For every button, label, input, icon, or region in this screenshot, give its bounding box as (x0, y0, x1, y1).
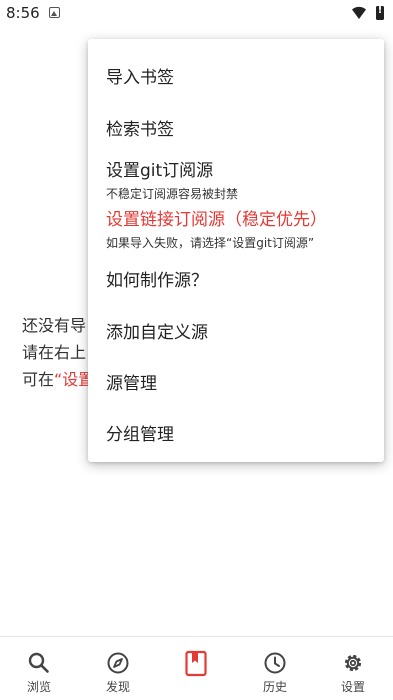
empty-line-2: 请在右上 (22, 343, 87, 362)
wifi-icon (352, 6, 366, 19)
bottom-nav: 浏览 发现 历史 设置 (0, 636, 393, 700)
status-bar: 8:56 (0, 0, 393, 28)
nav-tab-bookshelf[interactable] (157, 637, 235, 700)
empty-line-3: 可在“设置 (22, 366, 94, 393)
menu-item-label: 分组管理 (106, 425, 174, 445)
menu-item-label: 检索书签 (106, 120, 174, 140)
notification-icon (49, 7, 60, 18)
menu-item-label: 如何制作源？ (106, 271, 208, 291)
overflow-menu: 导入书签 检索书签 设置git订阅源 不稳定订阅源容易被封禁 设置链接订阅源（稳… (88, 39, 384, 462)
nav-label: 浏览 (26, 680, 51, 694)
search-icon (28, 652, 49, 673)
menu-item-link-subscription[interactable]: 设置链接订阅源（稳定优先） 如果导入失败，请选择“设置git订阅源” (88, 205, 384, 251)
nav-label: 设置 (340, 680, 365, 694)
menu-item-source-management[interactable]: 源管理 (88, 369, 384, 394)
menu-item-label: 源管理 (106, 374, 157, 394)
nav-label: 发现 (105, 680, 130, 694)
gear-icon (344, 654, 362, 672)
menu-item-git-subscription[interactable]: 设置git订阅源 不稳定订阅源容易被封禁 (88, 156, 384, 202)
nav-tab-settings[interactable]: 设置 (314, 637, 392, 700)
empty-line-3-text: 可在 (22, 370, 55, 389)
menu-item-add-custom-source[interactable]: 添加自定义源 (88, 318, 384, 343)
nav-tab-history[interactable]: 历史 (236, 637, 314, 700)
empty-state-text: 还没有导 请在右上 可在“设置 (22, 312, 94, 393)
nav-label: 历史 (262, 680, 287, 694)
clock-icon (264, 652, 286, 674)
menu-item-label: 设置git订阅源 (106, 161, 214, 181)
status-time: 8:56 (6, 4, 40, 22)
menu-item-group-management[interactable]: 分组管理 (88, 420, 384, 445)
empty-line-1: 还没有导 (22, 316, 87, 335)
nav-tab-discover[interactable]: 发现 (79, 637, 157, 700)
menu-item-search-bookmarks[interactable]: 检索书签 (88, 115, 384, 140)
menu-item-label: 设置链接订阅源（稳定优先） (106, 210, 327, 230)
menu-item-import-bookmarks[interactable]: 导入书签 (88, 63, 384, 88)
battery-icon (376, 5, 384, 20)
menu-item-how-to-make-source[interactable]: 如何制作源？ (88, 266, 384, 291)
menu-item-sublabel: 不稳定订阅源容易被封禁 (106, 187, 239, 201)
menu-item-label: 添加自定义源 (106, 323, 208, 343)
compass-icon (107, 652, 129, 674)
menu-item-label: 导入书签 (106, 68, 174, 88)
menu-item-sublabel: 如果导入失败，请选择“设置git订阅源” (106, 236, 315, 250)
bookmark-icon (185, 650, 207, 677)
nav-tab-browse[interactable]: 浏览 (0, 637, 78, 700)
